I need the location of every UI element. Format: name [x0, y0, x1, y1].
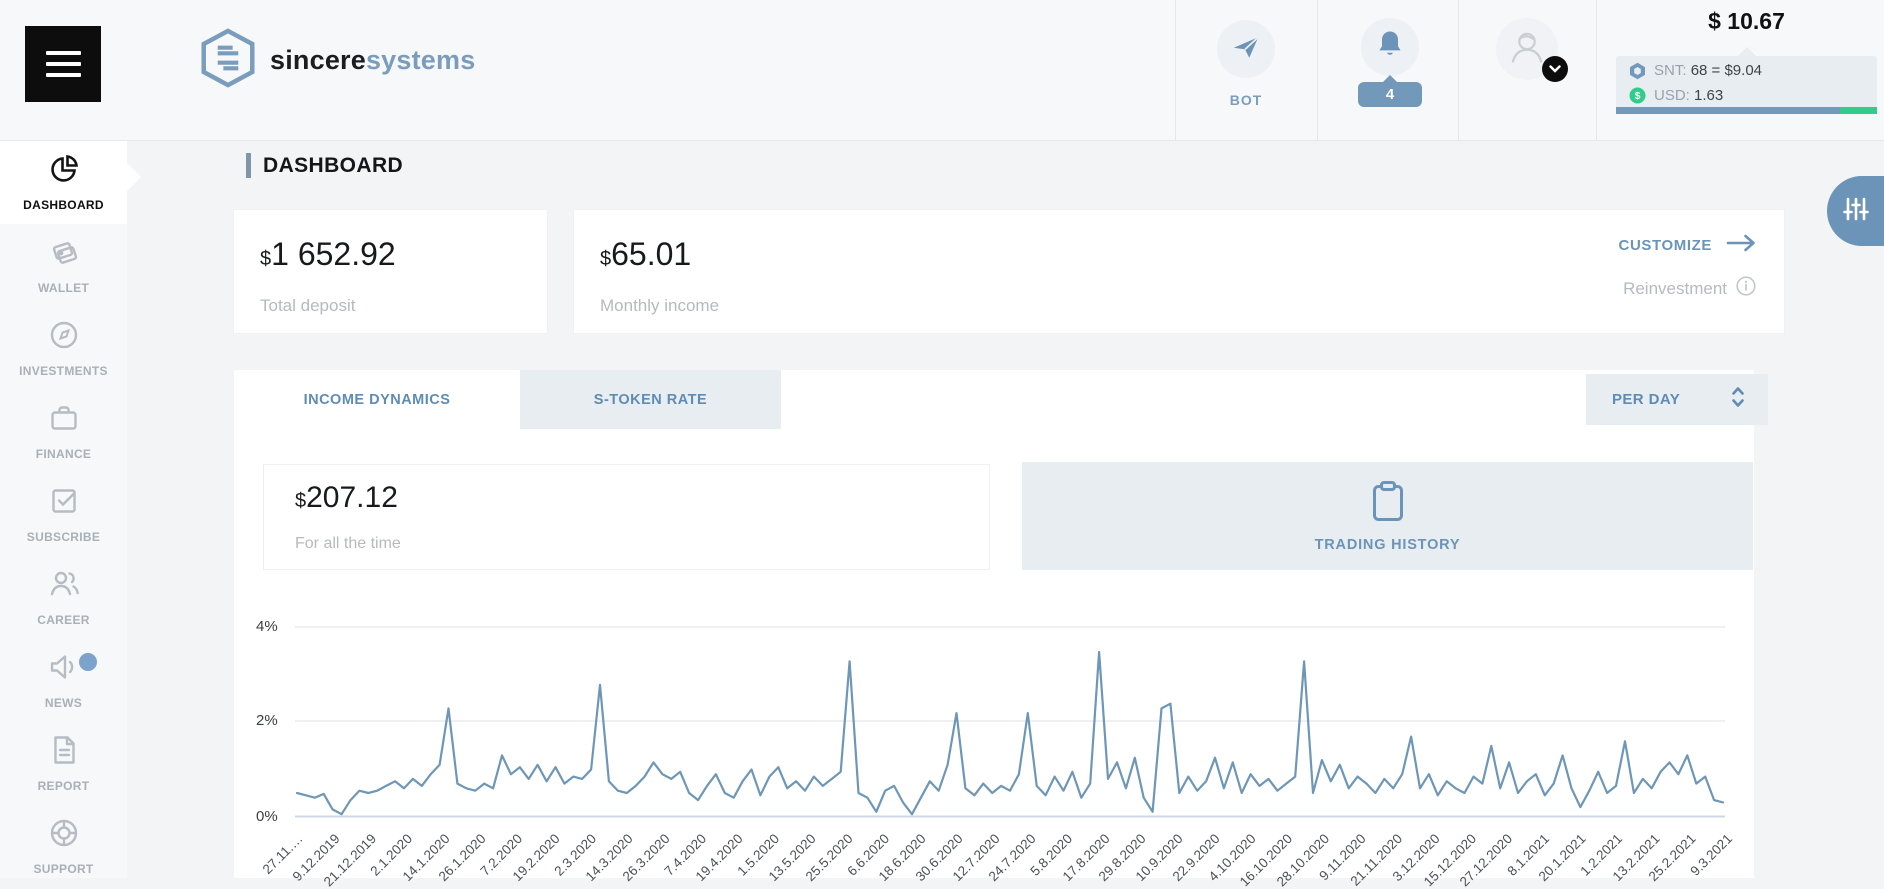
- sliders-icon: [1842, 196, 1869, 227]
- news-unread-dot: [79, 653, 97, 671]
- bot-button[interactable]: BOT: [1217, 0, 1275, 160]
- sidebar-item-finance[interactable]: FINANCE: [0, 390, 127, 473]
- sidebar-item-subscribe[interactable]: SUBSCRIBE: [0, 473, 127, 556]
- income-dynamics-line-chart: [295, 626, 1725, 818]
- compass-icon: [48, 319, 80, 356]
- lifebuoy-icon: [48, 817, 80, 854]
- balance-ratio-bar: [1616, 107, 1877, 114]
- svg-text:$: $: [1635, 90, 1641, 102]
- bell-icon: [1375, 29, 1405, 66]
- usd-label: USD:: [1654, 87, 1690, 104]
- sidebar-item-news[interactable]: NEWS: [0, 639, 127, 722]
- divider: [1175, 0, 1176, 140]
- tab-income-dynamics[interactable]: INCOME DYNAMICS: [234, 370, 520, 429]
- bot-label: BOT: [1229, 92, 1263, 108]
- y-axis-tick: 2%: [256, 712, 278, 729]
- arrow-right-icon: [1726, 234, 1756, 257]
- avatar[interactable]: [1496, 18, 1568, 82]
- trading-history-button[interactable]: TRADING HISTORY: [1022, 462, 1753, 570]
- balance-total: $ 10.67: [1708, 8, 1785, 34]
- x-axis-labels: 27.11.… 9.12.2019 21.12.2019 2.1.2020 14.1.2…: [234, 825, 1754, 889]
- y-axis-tick: 0%: [256, 808, 278, 825]
- brand-logo[interactable]: sinceresystems: [200, 28, 475, 93]
- dollar-coin-icon: $: [1629, 87, 1646, 104]
- hexagon-token-icon: [1629, 62, 1646, 80]
- y-axis-tick: 4%: [256, 618, 278, 635]
- usd-value: 1.63: [1694, 87, 1724, 104]
- notification-count-badge: 4: [1358, 75, 1422, 107]
- paper-plane-icon: [1231, 32, 1261, 67]
- sidebar-item-support[interactable]: SUPPORT: [0, 805, 127, 888]
- all-time-caption: For all the time: [295, 535, 401, 552]
- brand-name: sinceresystems: [270, 45, 476, 75]
- top-bar: sinceresystems BOT 4 $ 10.67 SNT: 68 = $…: [0, 0, 1884, 141]
- info-icon[interactable]: [1736, 276, 1756, 301]
- snt-label: SNT:: [1654, 62, 1687, 79]
- title-accent-bar: [246, 153, 251, 178]
- divider: [1317, 0, 1318, 140]
- reinvestment-row: Reinvestment: [1623, 276, 1756, 301]
- hamburger-icon: [45, 51, 81, 55]
- briefcase-icon: [48, 402, 80, 439]
- total-deposit-caption: Total deposit: [260, 296, 356, 315]
- select-chevrons-icon: [1730, 385, 1746, 414]
- period-select[interactable]: PER DAY: [1586, 374, 1768, 425]
- income-series-line: [295, 650, 1725, 816]
- brand-hexagon-icon: [200, 28, 256, 93]
- wallet-icon: [48, 236, 80, 273]
- balance-breakdown: SNT: 68 = $9.04 $ USD: 1.63: [1616, 47, 1877, 114]
- account-menu[interactable]: [1496, 0, 1568, 158]
- sidebar-item-dashboard[interactable]: DASHBOARD: [0, 141, 141, 224]
- document-icon: [49, 734, 79, 771]
- total-deposit-amount: $1 652.92: [260, 236, 396, 272]
- speaker-icon: [47, 651, 81, 688]
- main-content: DASHBOARD $1 652.92 Total deposit $65.01…: [127, 141, 1884, 889]
- chart-panel: INCOME DYNAMICS S-TOKEN RATE PER DAY $20…: [234, 370, 1768, 889]
- clipboard-icon: [1367, 479, 1409, 530]
- monthly-income-caption: Monthly income: [600, 296, 720, 315]
- check-square-icon: [48, 485, 80, 522]
- sidebar-item-career[interactable]: CAREER: [0, 556, 127, 639]
- tab-s-token-rate[interactable]: S-TOKEN RATE: [520, 370, 781, 429]
- sidebar-item-wallet[interactable]: WALLET: [0, 224, 127, 307]
- snt-value: 68 = $9.04: [1690, 62, 1763, 79]
- divider: [1596, 0, 1597, 140]
- monthly-income-amount: $65.01: [600, 236, 692, 272]
- pie-chart-icon: [48, 153, 80, 190]
- sidebar-item-investments[interactable]: INVESTMENTS: [0, 307, 127, 390]
- total-deposit-card: $1 652.92 Total deposit: [234, 210, 547, 333]
- all-time-amount: $207.12: [295, 481, 398, 514]
- sidebar-item-report[interactable]: REPORT: [0, 722, 127, 805]
- hamburger-menu-button[interactable]: [25, 26, 101, 102]
- people-icon: [47, 568, 81, 605]
- chevron-down-icon[interactable]: [1542, 56, 1568, 82]
- notifications-button[interactable]: 4: [1358, 0, 1422, 158]
- page-title-block: DASHBOARD: [246, 153, 403, 178]
- all-time-income-card: $207.12 For all the time: [263, 464, 990, 570]
- balance-dropdown[interactable]: $ 10.67 SNT: 68 = $9.04 $ USD: 1.63: [1616, 0, 1877, 140]
- page-title: DASHBOARD: [263, 153, 404, 177]
- sidebar: DASHBOARD WALLET INVESTMENTS FINANCE SUB…: [0, 141, 141, 878]
- divider: [1458, 0, 1459, 140]
- monthly-income-card: $65.01 Monthly income CUSTOMIZE Reinvest…: [574, 210, 1784, 333]
- customize-link[interactable]: CUSTOMIZE: [1619, 234, 1756, 257]
